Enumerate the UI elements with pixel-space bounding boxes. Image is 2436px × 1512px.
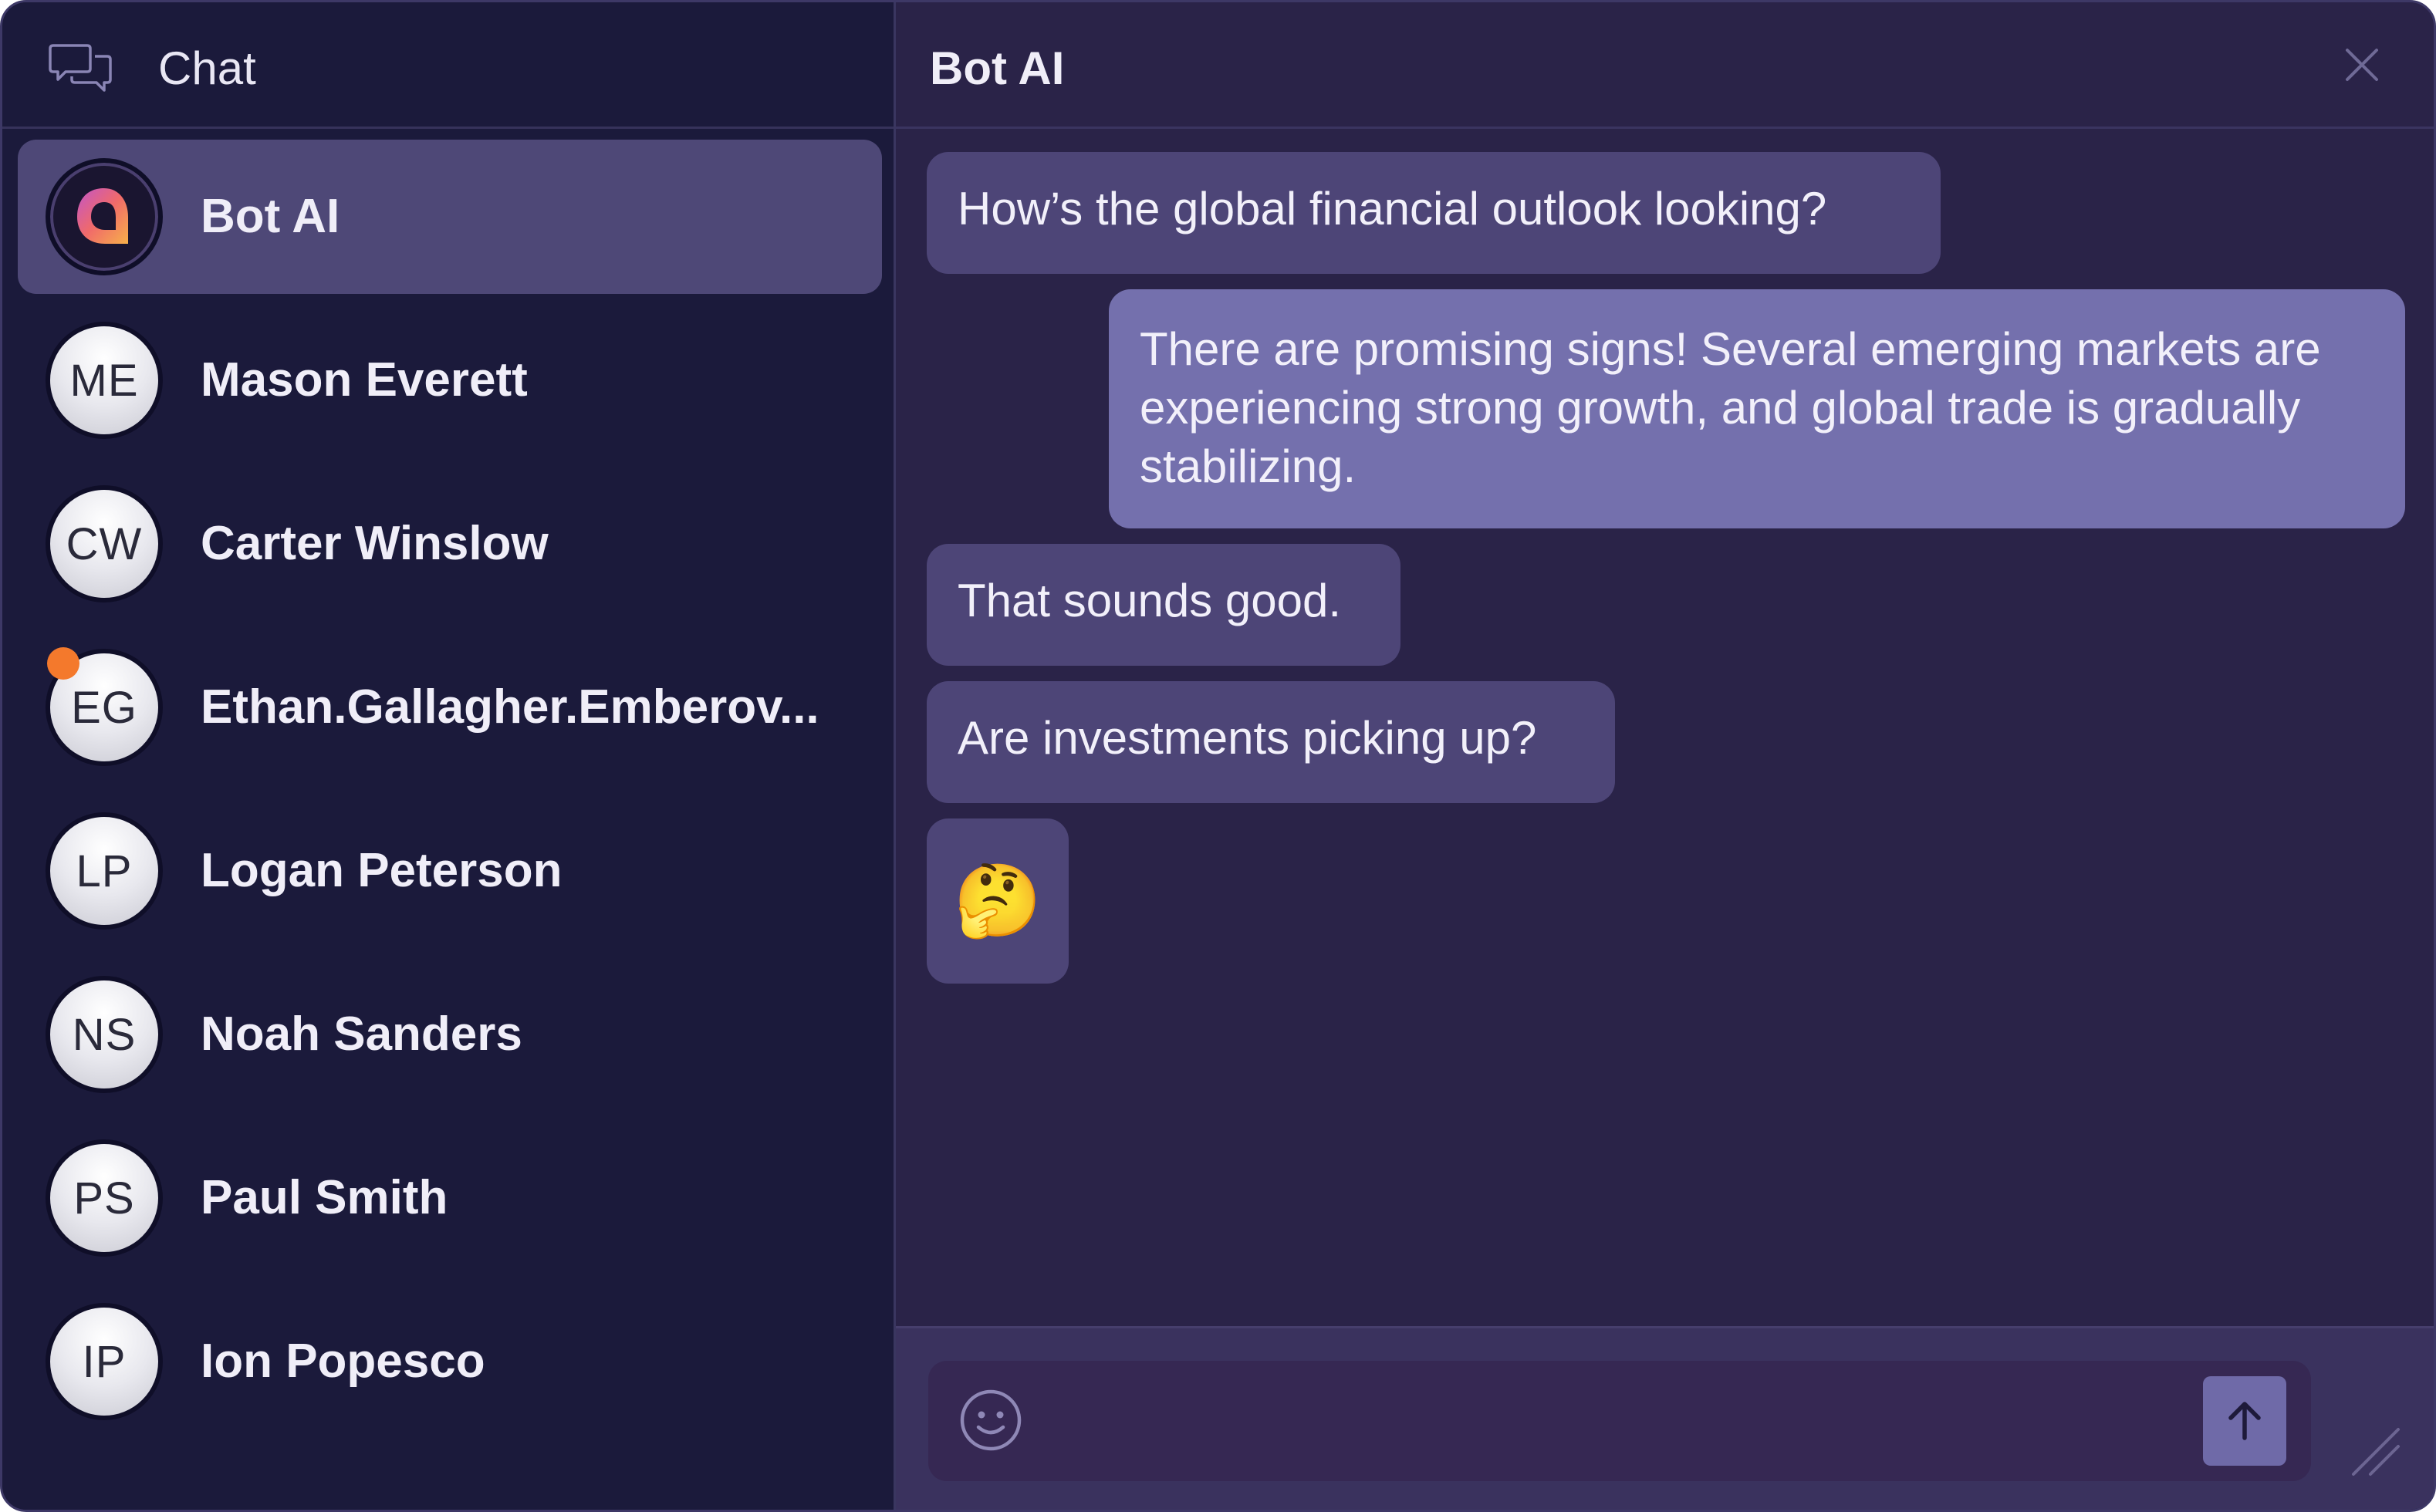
contact-name: Bot AI <box>201 190 340 243</box>
message-composer <box>928 1361 2311 1481</box>
chat-window: Chat Bot AI ME Mason Everett CW Carter W… <box>0 0 2436 1512</box>
avatar: CW <box>46 485 163 602</box>
avatar: ME <box>46 322 163 439</box>
contact-item-noah-sanders[interactable]: NS Noah Sanders <box>18 957 882 1112</box>
composer-area <box>896 1326 2434 1510</box>
avatar: NS <box>46 976 163 1093</box>
smiley-icon[interactable] <box>958 1387 1024 1453</box>
arrow-up-icon <box>2228 1402 2261 1440</box>
contact-item-logan-peterson[interactable]: LP Logan Peterson <box>18 794 882 948</box>
contact-name: Ion Popesco <box>201 1335 485 1388</box>
resize-grip-icon[interactable] <box>2347 1423 2403 1479</box>
contact-item-bot-ai[interactable]: Bot AI <box>18 140 882 294</box>
contact-item-carter-winslow[interactable]: CW Carter Winslow <box>18 467 882 621</box>
message-list: How’s the global financial outlook looki… <box>896 129 2434 1325</box>
contact-item-mason-everett[interactable]: ME Mason Everett <box>18 303 882 457</box>
close-icon[interactable] <box>2343 46 2381 84</box>
avatar: IP <box>46 1303 163 1420</box>
thinking-face-emoji: 🤔 <box>953 862 1042 940</box>
contact-name: Paul Smith <box>201 1171 448 1224</box>
unread-indicator <box>47 647 79 680</box>
bot-logo-icon <box>77 188 128 244</box>
conversation-title: Bot AI <box>930 42 1065 94</box>
send-button[interactable] <box>2203 1376 2286 1466</box>
contact-name: Noah Sanders <box>201 1007 522 1061</box>
contact-name: Logan Peterson <box>201 844 563 897</box>
message-bubble-incoming: Are investments picking up? <box>927 681 1615 803</box>
sidebar: Chat Bot AI ME Mason Everett CW Carter W… <box>2 2 896 1510</box>
conversation-panel: Bot AI How’s the global financial outloo… <box>896 2 2434 1510</box>
message-bubble-incoming: How’s the global financial outlook looki… <box>927 152 1941 274</box>
contact-item-ion-popesco[interactable]: IP Ion Popesco <box>18 1284 882 1439</box>
contact-name: Carter Winslow <box>201 517 549 570</box>
chat-bubbles-icon <box>49 44 112 92</box>
message-bubble-emoji: 🤔 <box>927 818 1069 984</box>
conversation-header: Bot AI <box>896 2 2434 129</box>
avatar: LP <box>46 812 163 930</box>
contact-name: Mason Everett <box>201 353 528 407</box>
sidebar-header: Chat <box>2 2 894 129</box>
sidebar-title: Chat <box>158 42 256 94</box>
contact-name: Ethan.Gallagher.Emberov... <box>201 680 819 734</box>
avatar: PS <box>46 1139 163 1257</box>
avatar <box>46 158 163 275</box>
contact-item-paul-smith[interactable]: PS Paul Smith <box>18 1121 882 1275</box>
message-bubble-outgoing: There are promising signs! Several emerg… <box>1109 289 2405 528</box>
contact-item-ethan-gallagher[interactable]: EG Ethan.Gallagher.Emberov... <box>18 630 882 785</box>
message-input[interactable] <box>1052 1384 2171 1458</box>
message-bubble-incoming: That sounds good. <box>927 544 1400 666</box>
